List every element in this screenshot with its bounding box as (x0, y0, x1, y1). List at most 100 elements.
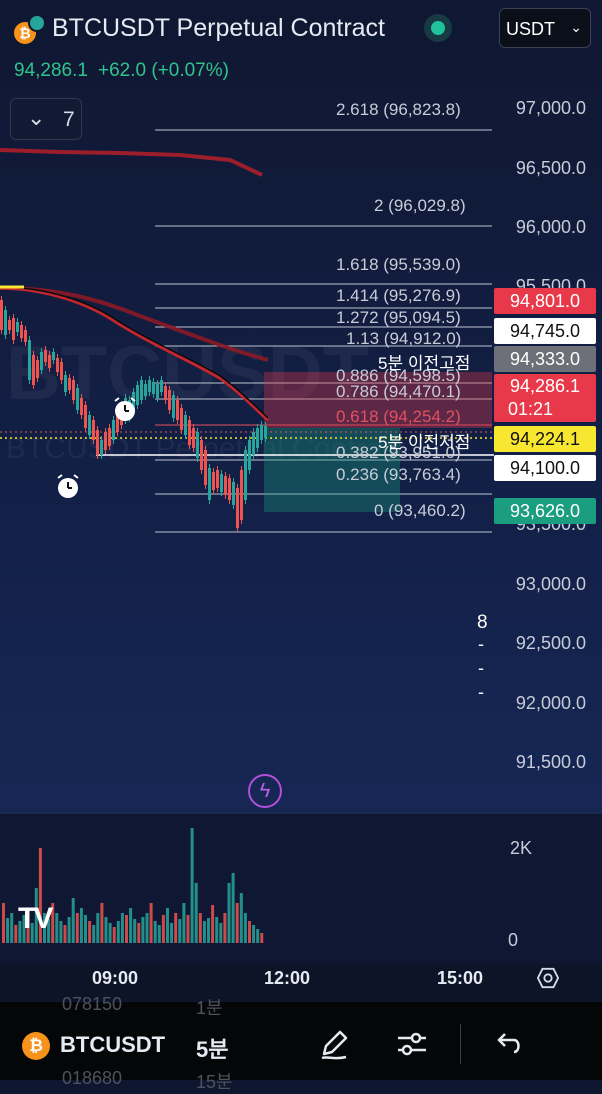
price-axis-label: 91,500.0 (515, 752, 586, 772)
volume-bar (79, 908, 83, 943)
candle-body (168, 390, 171, 410)
volume-bar (116, 921, 120, 943)
volume-bar (157, 925, 161, 943)
volume-bar (227, 883, 231, 943)
candle-body (24, 330, 27, 342)
volume-bar (223, 913, 227, 943)
candle-body (104, 432, 107, 450)
candle-body (140, 380, 143, 400)
candle-body (252, 432, 255, 455)
volume-bar (166, 908, 169, 943)
sliders-icon[interactable] (394, 1026, 430, 1062)
price-tag: 94,745.0 (494, 318, 596, 344)
candle-body (188, 420, 191, 445)
price-axis-label: 92,000.0 (515, 693, 586, 713)
price-tag: 94,333.0 (494, 346, 596, 372)
symbol-selector[interactable]: BTCUSDT (60, 1032, 165, 1058)
volume-bar (161, 915, 165, 943)
candle-body (32, 355, 35, 385)
candle-body (248, 440, 251, 470)
price-axis-label: 97,000.0 (515, 98, 586, 118)
fib-level-label: 0.236 (93,763.4) (336, 465, 461, 484)
volume-bar (239, 893, 243, 943)
candle-body (28, 340, 31, 380)
volume-bar (202, 921, 206, 943)
volume-bar (260, 933, 264, 943)
candle-body (236, 488, 239, 528)
alarm-icon[interactable] (112, 397, 138, 423)
price-axis-label: 92,500.0 (515, 633, 586, 653)
candle-body (16, 322, 19, 332)
last-price-tag: 94,286.1 01:21 (494, 374, 596, 422)
volume-bar (235, 903, 239, 943)
volume-bar (137, 923, 141, 943)
candle-body (112, 420, 115, 440)
candle-body (180, 408, 183, 430)
candle-body (84, 405, 87, 428)
fib-level-label: 1.414 (95,276.9) (336, 286, 461, 305)
candle-body (68, 378, 71, 390)
volume-bar (194, 883, 198, 943)
volume-bar (170, 923, 174, 943)
scale-dash: - (478, 658, 484, 678)
fib-level-label: 1.272 (95,094.5) (336, 308, 461, 327)
candle-body (184, 415, 187, 435)
exchange-badge-icon (28, 14, 46, 32)
volume-bar (145, 913, 149, 943)
pen-icon[interactable] (316, 1026, 352, 1062)
volume-bar (133, 919, 137, 943)
tradingview-logo-icon: TV (18, 902, 53, 935)
price-change: +62.0 (+0.07%) (97, 60, 229, 81)
volume-bar (108, 923, 112, 943)
candle-body (0, 300, 3, 330)
volume-bar (71, 898, 75, 943)
alarm-icon[interactable] (55, 474, 81, 500)
toolbar-separator (460, 1024, 461, 1064)
fib-level-label: 0.786 (94,470.1) (336, 382, 461, 401)
volume-bar (55, 913, 59, 943)
candle-body (192, 428, 195, 448)
fib-level-label: 0 (93,460.2) (374, 501, 466, 520)
scale-marker: 8 (477, 612, 488, 633)
time-axis-label: 12:00 (264, 968, 311, 988)
chevron-down-icon: ⌄ (27, 105, 46, 130)
candle-body (76, 388, 79, 410)
candle-body (264, 426, 267, 438)
price-tag: 94,224.1 (494, 426, 596, 452)
candle-body (176, 400, 179, 420)
fib-level-label: 2 (96,029.8) (374, 196, 466, 215)
symbol-title[interactable]: BTCUSDT Perpetual Contract (52, 14, 385, 43)
volume-bar (190, 828, 194, 943)
candle-body (232, 482, 235, 505)
candle-body (244, 450, 247, 500)
volume-bar (92, 925, 96, 943)
volume-bar (67, 917, 71, 943)
currency-select[interactable]: USDT ⌄ (499, 8, 591, 48)
price-tag: 94,100.0 (494, 455, 596, 481)
undo-icon[interactable] (490, 1026, 526, 1062)
volume-bar (63, 925, 67, 943)
time-axis-label: 15:00 (437, 968, 484, 988)
settings-hexagon-icon[interactable] (537, 967, 559, 989)
volume-bar (14, 925, 18, 943)
lightning-icon[interactable]: ϟ (248, 774, 282, 808)
candle-body (56, 358, 59, 372)
last-price: 94,286.1 (14, 60, 88, 81)
volume-bar (231, 873, 235, 943)
interval-selector[interactable]: 5분 (196, 1032, 228, 1064)
candle-body (224, 476, 227, 495)
ghost-text: 15분 (196, 1072, 233, 1092)
volume-bar (174, 913, 178, 943)
candle-body (20, 325, 23, 338)
candle-body (4, 310, 7, 335)
volume-bar (211, 905, 215, 943)
candle-body (216, 470, 219, 488)
fib-level-label: 0.618 (94,254.2) (336, 407, 461, 426)
volume-bar (243, 913, 247, 943)
indicators-toggle-button[interactable]: ⌄ 7 (10, 98, 82, 140)
fib-level-label: 1.13 (94,912.0) (346, 329, 462, 348)
candle-body (144, 384, 147, 396)
volume-bar (248, 921, 251, 943)
price-tag: 94,801.0 (494, 288, 596, 314)
candle-body (100, 440, 103, 455)
